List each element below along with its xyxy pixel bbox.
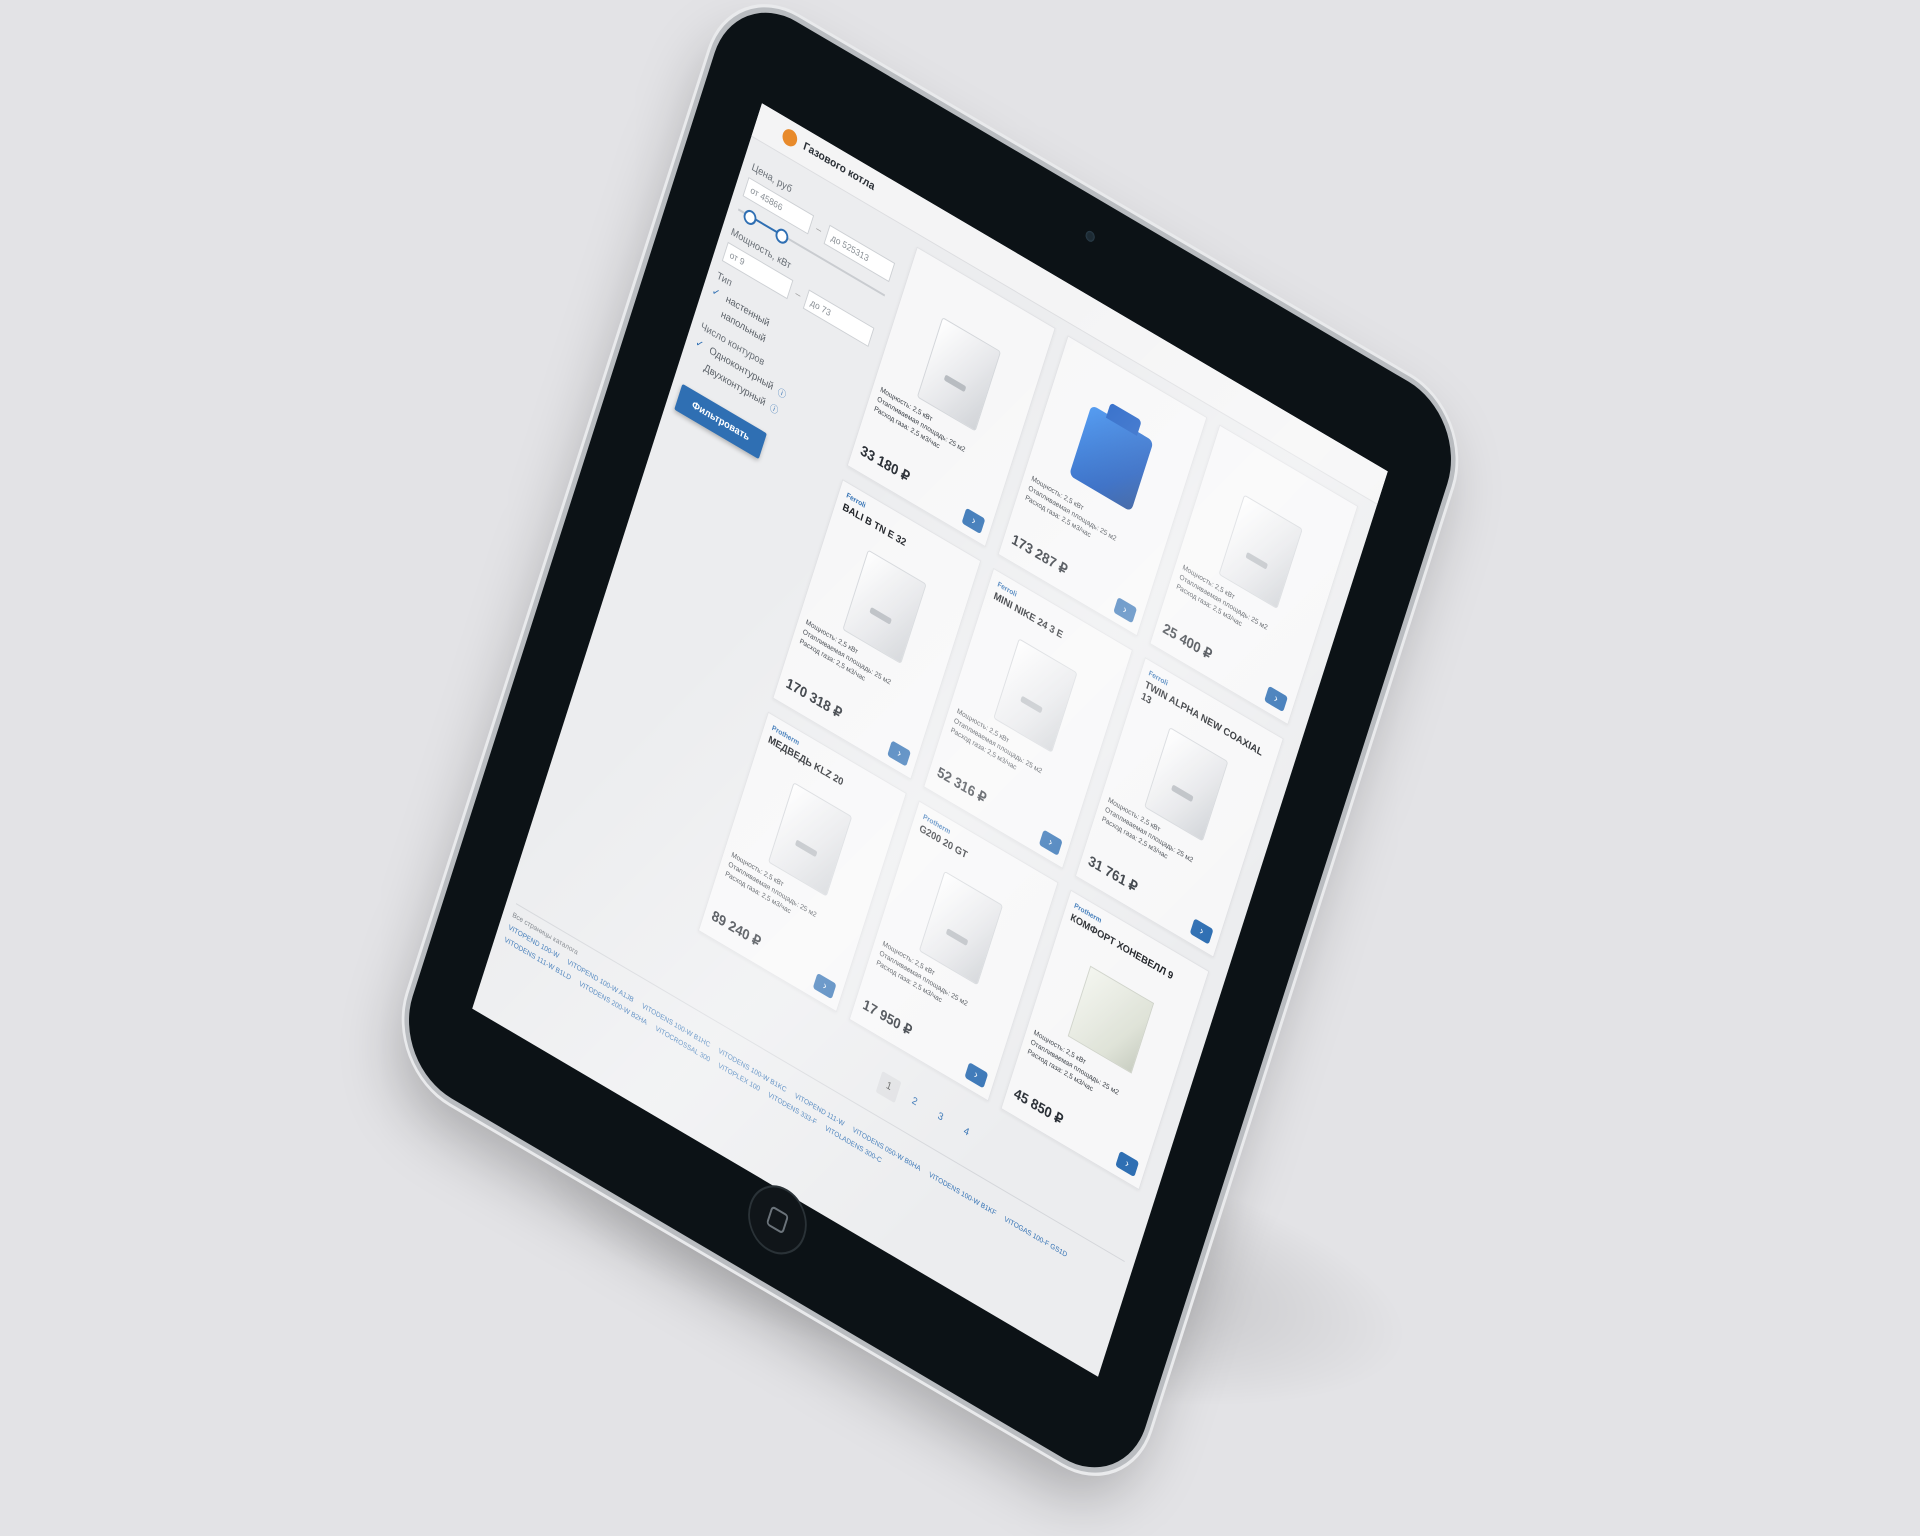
checkbox-empty-icon [689, 355, 701, 370]
product-price: 89 240 ₽ [709, 906, 763, 951]
chevron-right-icon[interactable]: › [964, 1061, 988, 1089]
chevron-right-icon[interactable]: › [812, 972, 837, 1000]
checkmark-icon: ✓ [710, 285, 722, 300]
product-image[interactable] [1069, 404, 1154, 512]
product-price: 33 180 ₽ [858, 441, 912, 486]
product-price: 170 318 ₽ [784, 674, 844, 722]
page-link[interactable]: 4 [953, 1117, 979, 1149]
slider-handle-min[interactable] [741, 207, 759, 228]
product-price: 45 850 ₽ [1012, 1084, 1066, 1128]
info-icon[interactable]: ⓘ [768, 400, 780, 417]
logo-icon [780, 126, 800, 150]
page-link[interactable]: 2 [902, 1086, 928, 1118]
page-link[interactable]: 1 [875, 1071, 902, 1104]
product-price: 17 950 ₽ [861, 995, 914, 1040]
info-icon[interactable]: ⓘ [776, 385, 788, 402]
chevron-right-icon[interactable]: › [1115, 1150, 1140, 1178]
chevron-right-icon[interactable]: › [1038, 829, 1063, 856]
page-link[interactable]: 3 [927, 1101, 953, 1133]
checkmark-icon: ✓ [694, 336, 705, 352]
slider-handle-max[interactable] [773, 226, 791, 247]
chevron-right-icon[interactable]: › [1189, 918, 1214, 945]
product-price: 52 316 ₽ [935, 763, 989, 807]
range-separator: – [794, 287, 803, 302]
home-square-icon [765, 1205, 790, 1235]
product-price: 31 761 ₽ [1086, 851, 1140, 896]
checkbox-empty-icon [706, 301, 718, 316]
chevron-right-icon[interactable]: › [887, 740, 912, 767]
chevron-right-icon[interactable]: › [961, 507, 986, 535]
chevron-right-icon[interactable]: › [1264, 685, 1288, 713]
chevron-right-icon[interactable]: › [1112, 596, 1137, 624]
product-price: 173 287 ₽ [1009, 530, 1070, 578]
range-separator: – [814, 222, 823, 237]
product-price: 25 400 ₽ [1161, 619, 1214, 663]
